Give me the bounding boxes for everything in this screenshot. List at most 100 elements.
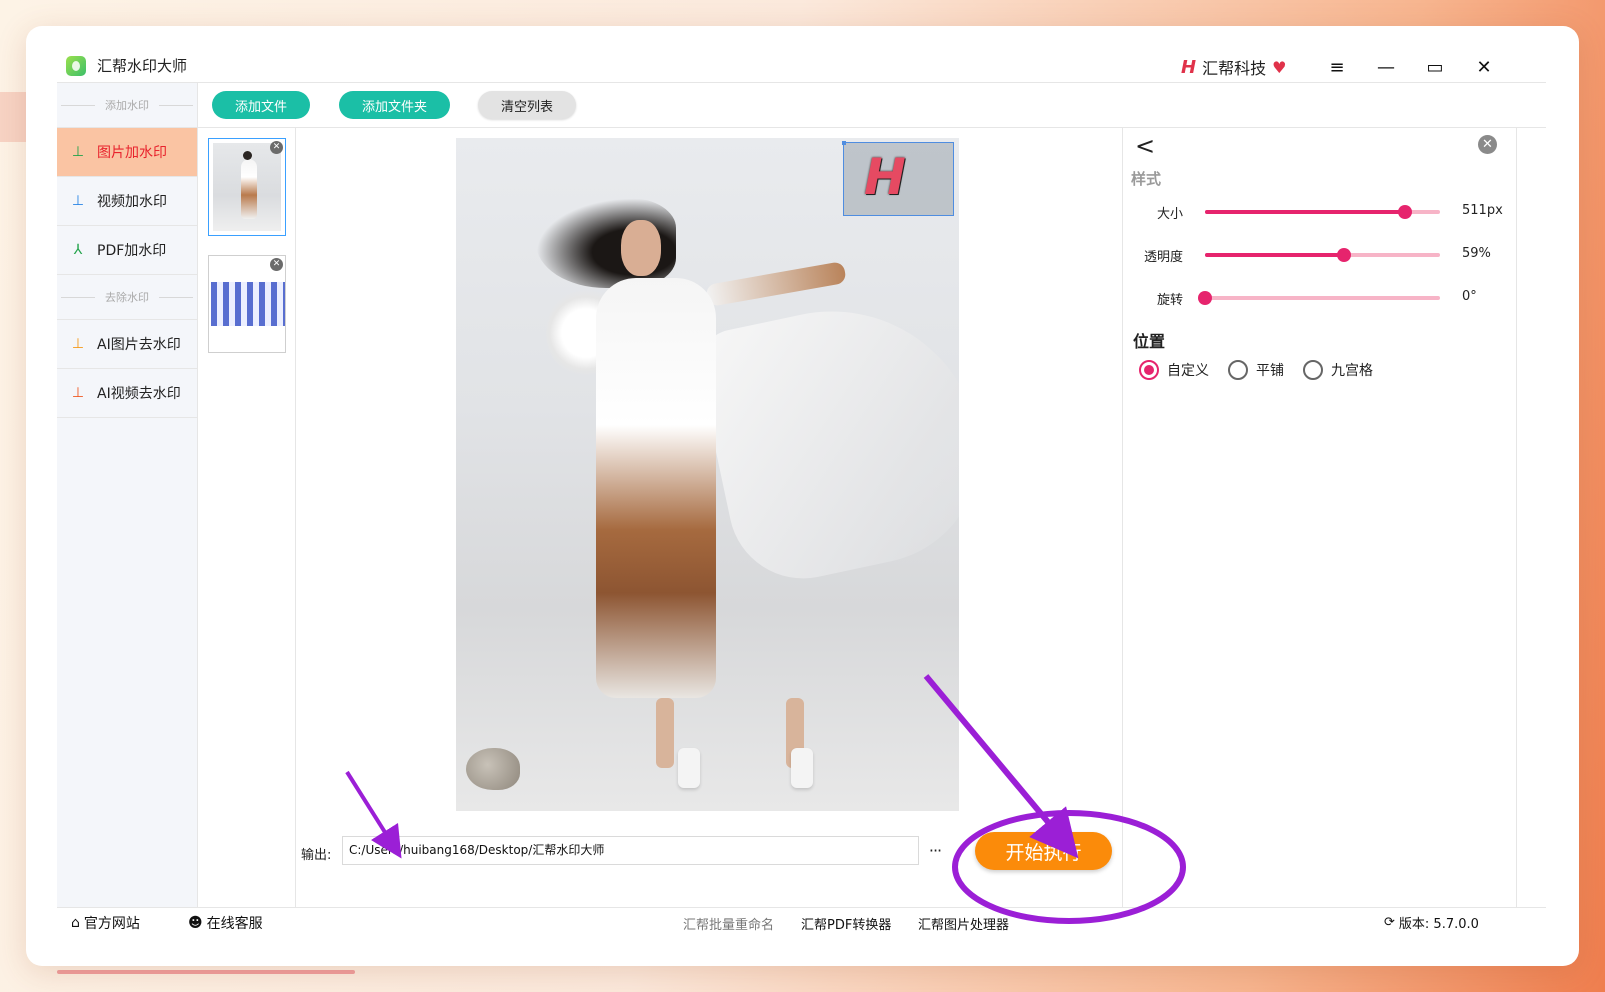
position-heading: 位置 (1133, 332, 1166, 351)
output-path-field[interactable]: C:/Users/huibang168/Desktop/汇帮水印大师 (342, 836, 919, 865)
version-label: 版本: 5.7.0.0 (1398, 917, 1479, 932)
sidebar: 添加水印 ⊥ 图片加水印 ⊥ 视频加水印 ⅄ PDF加水印 去除水印 ⊥ AI图… (57, 83, 198, 907)
opacity-label: 透明度 (1143, 250, 1183, 265)
sidebar-item-pdf-watermark[interactable]: ⅄ PDF加水印 (57, 226, 197, 275)
stamp-icon: ⊥ (71, 144, 85, 160)
thumbnail-item[interactable]: ✕ (208, 255, 286, 353)
footer: ⌂ 官方网站 ☻ 在线客服 汇帮批量重命名 汇帮PDF转换器 汇帮图片处理器 ⟳… (57, 907, 1546, 936)
clear-list-button[interactable]: 清空列表 (478, 91, 576, 119)
opacity-slider-fill (1205, 253, 1344, 257)
thumbnail-image (211, 282, 285, 326)
radio-label: 自定义 (1167, 363, 1209, 379)
online-support-link[interactable]: ☻ 在线客服 (188, 913, 263, 933)
thumbnail-list: ✕ ✕ (198, 128, 296, 907)
thumbnail-figure-head (243, 151, 252, 160)
radio-empty-icon (1303, 360, 1323, 380)
brand-name: 汇帮科技 (1202, 59, 1267, 78)
footer-link-pdf-converter[interactable]: 汇帮PDF转换器 (801, 914, 891, 933)
photo-face (621, 220, 661, 276)
start-button[interactable]: 开始执行 (975, 832, 1112, 870)
menu-icon[interactable]: ≡ (1322, 54, 1352, 80)
official-site-link[interactable]: ⌂ 官方网站 (71, 913, 140, 933)
opacity-slider-knob[interactable] (1336, 248, 1351, 262)
stamp-icon: ⊥ (71, 385, 85, 401)
size-slider-knob[interactable] (1397, 205, 1412, 219)
browse-more-button[interactable]: ··· (924, 836, 946, 865)
photo-boot (678, 748, 700, 788)
online-support-label: 在线客服 (206, 916, 263, 932)
remove-thumbnail-icon[interactable]: ✕ (270, 258, 283, 271)
stamp-icon: ⊥ (71, 336, 85, 352)
rotate-slider[interactable] (1198, 291, 1440, 305)
stamp-icon: ⊥ (71, 193, 85, 209)
radio-custom[interactable]: 自定义 (1139, 360, 1209, 380)
photo-dress (596, 278, 716, 698)
toolbar: 添加文件 添加文件夹 清空列表 (198, 83, 1546, 128)
title-bar: 汇帮水印大师 H 汇帮科技 ♥ ≡ — ▭ ✕ (57, 54, 1546, 83)
sidebar-item-image-watermark[interactable]: ⊥ 图片加水印 (57, 128, 197, 177)
footer-link-image-processor[interactable]: 汇帮图片处理器 (918, 914, 1009, 933)
refresh-icon: ⟳ (1384, 915, 1395, 930)
sidebar-item-label: AI视频去水印 (97, 386, 181, 402)
photo-cape (691, 283, 959, 593)
section-add-watermark: 添加水印 (57, 83, 197, 128)
rotate-slider-knob[interactable] (1198, 291, 1212, 305)
version-info[interactable]: ⟳ 版本: 5.7.0.0 (1384, 913, 1479, 932)
watermark-logo-icon: H (864, 148, 906, 206)
thumbnail-image (213, 143, 281, 231)
thumbnail-figure (241, 159, 257, 219)
back-icon[interactable]: < (1135, 132, 1155, 160)
size-label: 大小 (1156, 207, 1183, 222)
app-title: 汇帮水印大师 (97, 57, 188, 75)
opacity-value: 59% (1462, 246, 1491, 261)
section-remove-watermark: 去除水印 (57, 275, 197, 320)
radio-nine-grid[interactable]: 九宫格 (1303, 360, 1373, 380)
output-label: 输出: (301, 848, 332, 863)
footer-link-rename[interactable]: 汇帮批量重命名 (683, 914, 774, 933)
radio-label: 九宫格 (1331, 363, 1373, 379)
remove-thumbnail-icon[interactable]: ✕ (270, 141, 283, 154)
minimize-button[interactable]: — (1371, 54, 1401, 80)
sidebar-item-video-watermark[interactable]: ⊥ 视频加水印 (57, 177, 197, 226)
sidebar-item-label: AI图片去水印 (97, 337, 181, 353)
official-site-label: 官方网站 (83, 916, 140, 932)
radio-label: 平铺 (1256, 363, 1284, 379)
watermark-selection[interactable]: H (842, 141, 954, 216)
rotate-label: 旋转 (1156, 293, 1183, 308)
sidebar-item-label: 图片加水印 (97, 145, 167, 161)
size-slider-fill (1205, 210, 1405, 214)
thumbnail-item-selected[interactable]: ✕ (208, 138, 286, 236)
app-logo-icon (66, 56, 86, 76)
sidebar-item-label: 视频加水印 (97, 194, 167, 210)
style-heading: 样式 (1131, 170, 1162, 188)
sidebar-item-ai-image-remove[interactable]: ⊥ AI图片去水印 (57, 320, 197, 369)
maximize-button[interactable]: ▭ (1420, 54, 1450, 80)
photo-boot (791, 748, 813, 788)
rotate-value: 0° (1462, 289, 1477, 304)
settings-panel: < ✕ 样式 大小 511px 透明度 59% 旋转 0° 位置 自定义 平铺 (1122, 128, 1517, 907)
add-file-button[interactable]: 添加文件 (212, 91, 310, 119)
background-underline (57, 970, 355, 974)
brand: H 汇帮科技 ♥ (1181, 55, 1286, 79)
preview-photo: H (456, 138, 959, 811)
home-icon: ⌂ (71, 915, 80, 931)
close-panel-icon[interactable]: ✕ (1478, 135, 1497, 154)
radio-empty-icon (1228, 360, 1248, 380)
sidebar-item-ai-video-remove[interactable]: ⊥ AI视频去水印 (57, 369, 197, 418)
preview-area: H 输出: C:/Users/huibang168/Desktop/汇帮水印大师… (296, 128, 1122, 907)
photo-rock (466, 748, 520, 790)
pdf-icon: ⅄ (73, 242, 83, 258)
brand-logo-icon: H (1181, 56, 1197, 78)
radio-selected-icon (1139, 360, 1159, 380)
support-icon: ☻ (188, 915, 203, 931)
app-window: 汇帮水印大师 H 汇帮科技 ♥ ≡ — ▭ ✕ 添加水印 ⊥ 图片加水印 ⊥ 视… (57, 54, 1546, 936)
sidebar-item-label: PDF加水印 (97, 243, 167, 259)
size-slider[interactable] (1205, 205, 1440, 219)
photo-arm (705, 261, 847, 307)
photo-leg (656, 698, 674, 768)
opacity-slider[interactable] (1205, 248, 1440, 262)
heart-icon[interactable]: ♥ (1272, 58, 1286, 77)
add-folder-button[interactable]: 添加文件夹 (339, 91, 450, 119)
close-button[interactable]: ✕ (1469, 54, 1499, 80)
radio-tile[interactable]: 平铺 (1228, 360, 1284, 380)
